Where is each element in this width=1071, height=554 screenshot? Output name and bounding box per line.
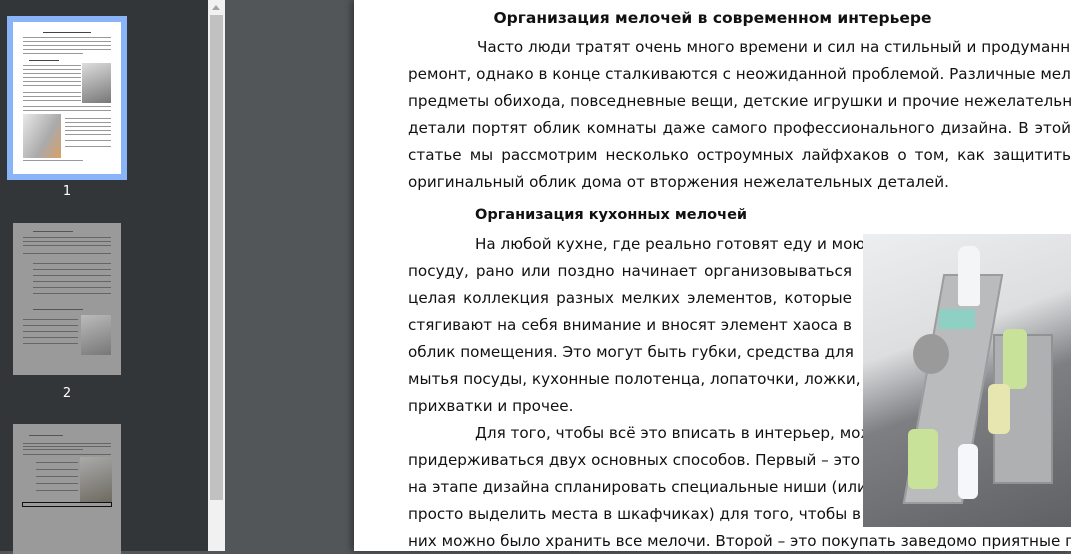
paragraph-line: придерживаться двух основных способов. П… — [408, 451, 861, 469]
paragraph-line: статье мы рассмотрим несколько остроумны… — [408, 146, 1071, 164]
scroll-up-arrow-icon[interactable] — [212, 5, 220, 10]
paragraph-line: ремонт, однако в конце сталкиваются с не… — [408, 65, 1071, 83]
paragraph-line: детали портят облик комнаты даже самого … — [408, 119, 1071, 137]
paragraph-line: На любой кухне, где реально готовят еду … — [475, 235, 875, 253]
paragraph-line: прихватки и прочее. — [408, 397, 574, 415]
paragraph-line: на этапе дизайна спланировать специальны… — [408, 478, 867, 496]
section-heading: Организация кухонных мелочей — [475, 207, 748, 223]
paragraph-line: посуду, рано или поздно начинает организ… — [408, 262, 852, 280]
paragraph-line: мытья посуды, кухонные полотенца, лопато… — [408, 370, 861, 388]
paragraph-line: облик помещения. Это могут быть губки, с… — [408, 343, 854, 361]
scrollbar-thumb[interactable] — [210, 15, 223, 500]
document-page: Организация мелочей в современном интерь… — [354, 0, 1071, 551]
paragraph-line: оригинальный облик дома от вторжения неж… — [408, 173, 949, 191]
page-thumbnail-2[interactable] — [13, 223, 121, 375]
paragraph-line: просто выделить места в шкафчиках) для т… — [408, 505, 861, 523]
page-thumbnail-3[interactable] — [13, 424, 121, 554]
paragraph-line: предметы обихода, повседневные вещи, дет… — [408, 92, 1071, 110]
paragraph-line: целая коллекция разных мелких элементов,… — [408, 289, 852, 307]
paragraph-line: Для того, чтобы всё это вписать в интерь… — [475, 424, 894, 442]
paragraph-line: них можно было хранить все мелочи. Второ… — [408, 532, 1071, 550]
document-title: Организация мелочей в современном интерь… — [493, 9, 932, 27]
thumbnail-sidebar: 1 2 — [0, 0, 208, 554]
kitchen-organizer-image — [863, 234, 1071, 527]
page-thumbnail-1[interactable] — [13, 22, 121, 174]
paragraph-line: стягивают на себя внимание и вносят элем… — [408, 316, 852, 334]
page-number-1: 1 — [62, 184, 72, 199]
page-number-2: 2 — [62, 386, 72, 401]
sidebar-scrollbar[interactable] — [208, 0, 225, 551]
paragraph-line: Часто люди тратят очень много времени и … — [477, 38, 1071, 56]
